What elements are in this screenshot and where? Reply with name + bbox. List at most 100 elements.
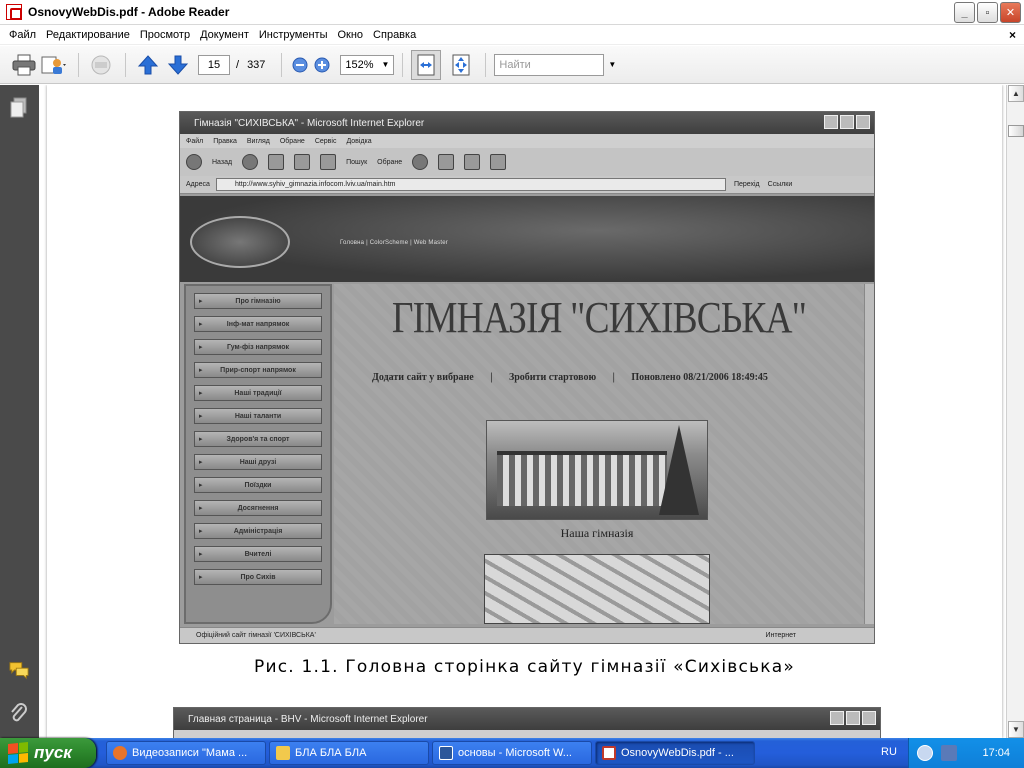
windows-logo-icon bbox=[8, 741, 28, 765]
pages-icon[interactable] bbox=[9, 97, 29, 119]
ie-menu-bar: Файл Правка Вигляд Обране Сервіс Довідка bbox=[180, 134, 874, 148]
folder-icon bbox=[276, 746, 290, 760]
photo-caption: Наша гімназія bbox=[560, 526, 634, 540]
menu-help[interactable]: Справка bbox=[368, 29, 421, 41]
ie-window-controls bbox=[830, 711, 876, 725]
ie-back-label: Назад bbox=[212, 158, 233, 166]
network-icon[interactable] bbox=[941, 745, 957, 761]
find-input[interactable]: Найти bbox=[494, 53, 605, 76]
site-menu-item: Про Сихів bbox=[194, 569, 322, 585]
menu-document[interactable]: Документ bbox=[195, 29, 254, 41]
zoom-level-value: 152% bbox=[345, 58, 374, 71]
next-page-button[interactable] bbox=[164, 51, 192, 79]
close-button[interactable]: ✕ bbox=[1000, 2, 1021, 23]
site-menu-item: Наші таланти bbox=[194, 408, 322, 424]
menu-view[interactable]: Просмотр bbox=[135, 29, 195, 41]
ie-window-controls bbox=[824, 115, 870, 129]
site-map-image bbox=[484, 554, 710, 624]
ie-edit-icon bbox=[490, 154, 507, 170]
zoom-out-button[interactable] bbox=[290, 51, 310, 79]
toolbar: 15 / 337 152% ▼ Найти ▼ bbox=[0, 46, 1024, 84]
minimize-button[interactable]: _ bbox=[954, 2, 975, 23]
zoom-level-select[interactable]: 152% ▼ bbox=[340, 54, 395, 75]
menu-bar: Файл Редактирование Просмотр Документ Ин… bbox=[0, 25, 1024, 45]
fit-width-icon bbox=[417, 54, 435, 75]
site-menu-item: Наші традиції bbox=[194, 385, 322, 401]
print-button[interactable] bbox=[10, 51, 38, 79]
scroll-down-button[interactable]: ▼ bbox=[1008, 721, 1024, 738]
arrow-up-icon bbox=[137, 54, 159, 74]
site-menu-item: Здоров'я та спорт bbox=[194, 431, 322, 447]
taskbar-item-word[interactable]: основы - Microsoft W... bbox=[432, 741, 592, 765]
navigation-panel bbox=[0, 85, 39, 738]
toolbar-separator bbox=[402, 52, 404, 77]
ie-go-label: Перехід bbox=[733, 181, 760, 188]
menu-file[interactable]: Файл bbox=[4, 29, 41, 41]
hand-disabled-icon bbox=[91, 55, 111, 74]
site-menu-item: Вчителі bbox=[194, 546, 322, 562]
maximize-button[interactable]: ▫ bbox=[977, 2, 998, 23]
ie-scrollbar bbox=[864, 284, 874, 624]
zoom-in-button[interactable] bbox=[312, 51, 332, 79]
site-menu-item: Адміністрація bbox=[194, 523, 322, 539]
ie-mail-icon bbox=[438, 154, 455, 170]
system-tray: RU 17:04 bbox=[881, 738, 1024, 768]
window-title: OsnovyWebDis.pdf - Adobe Reader bbox=[28, 5, 230, 19]
ie-home-icon bbox=[320, 154, 337, 170]
toolbar-separator bbox=[78, 52, 79, 77]
tray-back-icon[interactable] bbox=[917, 745, 933, 761]
ie-forward-icon bbox=[242, 154, 259, 170]
printer-icon bbox=[12, 54, 36, 75]
ie-status-bar: Офіційний сайт гімназії 'СИХІВСЬКА' Инте… bbox=[180, 627, 874, 643]
taskbar-item-firefox[interactable]: Видеозаписи "Мама ... bbox=[106, 741, 266, 765]
language-indicator[interactable]: RU bbox=[881, 746, 897, 758]
site-menu-item: Приp-спорт напрямок bbox=[194, 362, 322, 378]
ie-status-text: Офіційний сайт гімназії 'СИХІВСЬКА' bbox=[196, 632, 316, 639]
ie-address-value: http://www.syhiv_gimnazia.infocom.lviv.u… bbox=[215, 178, 726, 191]
page-number-input[interactable]: 15 bbox=[198, 54, 230, 75]
vertical-scrollbar[interactable]: ▲ ▼ bbox=[1006, 85, 1024, 738]
site-menu-item: Наші друзі bbox=[194, 454, 322, 470]
ie-zone-text: Интернет bbox=[765, 632, 796, 639]
comments-icon[interactable] bbox=[9, 659, 29, 681]
find-dropdown-chevron-icon[interactable]: ▼ bbox=[608, 60, 616, 69]
site-logo-oval bbox=[190, 216, 290, 268]
ie-menu-bar bbox=[174, 730, 880, 738]
ie-title: Главная страница - BHV - Microsoft Inter… bbox=[188, 713, 428, 725]
zoom-in-icon bbox=[314, 57, 330, 72]
taskbar-item-adobe-reader[interactable]: OsnovyWebDis.pdf - ... bbox=[595, 741, 755, 765]
start-button[interactable]: пуск bbox=[0, 738, 96, 768]
paperclip-icon[interactable] bbox=[9, 703, 29, 725]
touchup-button[interactable] bbox=[87, 51, 115, 79]
page-separator: / bbox=[236, 58, 240, 71]
fit-page-button[interactable] bbox=[447, 51, 475, 79]
clock[interactable]: 17:04 bbox=[982, 747, 1010, 759]
menu-window[interactable]: Окно bbox=[332, 29, 368, 41]
ie-address-label: Адреса bbox=[186, 181, 210, 188]
previous-page-button[interactable] bbox=[134, 51, 162, 79]
ie-links-label: Ссылки bbox=[767, 181, 793, 188]
fit-width-button[interactable] bbox=[411, 49, 442, 80]
ie-toolbar: Назад Пошук Обране bbox=[180, 148, 874, 176]
ie-titlebar: Главная страница - BHV - Microsoft Inter… bbox=[174, 708, 880, 730]
adobe-reader-icon bbox=[6, 4, 22, 20]
fit-page-icon bbox=[452, 54, 470, 75]
window-titlebar[interactable]: OsnovyWebDis.pdf - Adobe Reader _ ▫ ✕ bbox=[0, 0, 1024, 25]
menu-edit[interactable]: Редактирование bbox=[41, 29, 135, 41]
pdf-icon bbox=[602, 746, 616, 760]
document-area[interactable]: Гімназія "СИХІВСЬКА" - Microsoft Interne… bbox=[39, 85, 1006, 738]
figure-screenshot-gymnasium: Гімназія "СИХІВСЬКА" - Microsoft Interne… bbox=[179, 111, 875, 644]
window-controls: _ ▫ ✕ bbox=[954, 2, 1021, 23]
site-menu-item: Поїздки bbox=[194, 477, 322, 493]
scroll-thumb[interactable] bbox=[1008, 125, 1024, 137]
school-building-photo bbox=[486, 420, 708, 520]
menu-tools[interactable]: Инструменты bbox=[254, 29, 333, 41]
scroll-up-button[interactable]: ▲ bbox=[1008, 85, 1024, 102]
taskbar-item-folder[interactable]: БЛА БЛА БЛА bbox=[269, 741, 429, 765]
collaborate-button[interactable] bbox=[40, 51, 68, 79]
document-close-button[interactable]: × bbox=[1009, 28, 1016, 42]
site-banner-nav: Головна | ColorScheme | Web Master bbox=[340, 240, 448, 246]
site-menu-item: Про гімназію bbox=[194, 293, 322, 309]
ie-favorites-label: Обране bbox=[377, 158, 403, 166]
site-title: ГІМНАЗІЯ "СИХІВСЬКА" bbox=[391, 293, 807, 342]
